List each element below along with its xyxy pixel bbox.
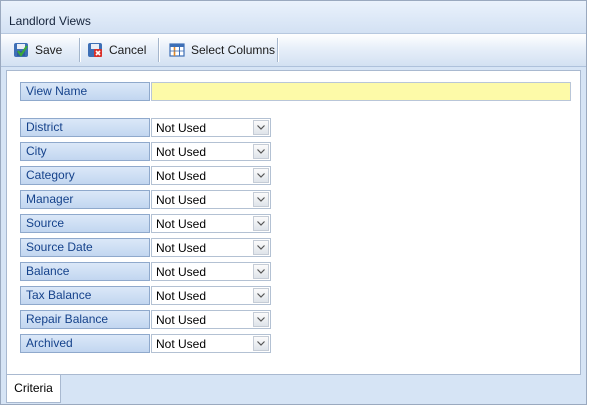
manager-value: Not Used — [156, 193, 207, 207]
chevron-down-icon[interactable] — [253, 288, 269, 303]
columns-icon — [169, 43, 185, 57]
chevron-down-icon[interactable] — [253, 216, 269, 231]
tax-balance-select[interactable]: Not Used — [151, 286, 271, 305]
source-date-value: Not Used — [156, 241, 207, 255]
select-columns-button[interactable]: Select Columns — [169, 38, 275, 62]
city-select[interactable]: Not Used — [151, 142, 271, 161]
balance-value: Not Used — [156, 265, 207, 279]
source-date-label: Source Date — [20, 238, 150, 257]
manager-select[interactable]: Not Used — [151, 190, 271, 209]
view-name-label: View Name — [20, 82, 150, 101]
cancel-button[interactable]: Cancel — [87, 38, 146, 62]
city-label: City — [20, 142, 150, 161]
category-value: Not Used — [156, 169, 207, 183]
chevron-down-icon[interactable] — [253, 168, 269, 183]
tax-balance-value: Not Used — [156, 289, 207, 303]
district-select[interactable]: Not Used — [151, 118, 271, 137]
archived-select[interactable]: Not Used — [151, 334, 271, 353]
criteria-panel: View Name District Not Used City Not Use… — [6, 70, 581, 375]
toolbar-separator — [158, 38, 159, 62]
select-columns-label: Select Columns — [191, 43, 276, 57]
chevron-down-icon[interactable] — [253, 192, 269, 207]
view-name-input[interactable] — [151, 82, 571, 101]
tax-balance-label: Tax Balance — [20, 286, 150, 305]
chevron-down-icon[interactable] — [253, 312, 269, 327]
save-label: Save — [35, 43, 63, 57]
repair-balance-label: Repair Balance — [20, 310, 150, 329]
cancel-label: Cancel — [109, 43, 147, 57]
source-label: Source — [20, 214, 150, 233]
window-title: Landlord Views — [9, 14, 91, 28]
source-select[interactable]: Not Used — [151, 214, 271, 233]
tab-criteria[interactable]: Criteria — [6, 375, 61, 403]
manager-label: Manager — [20, 190, 150, 209]
chevron-down-icon[interactable] — [253, 144, 269, 159]
title-bar: Landlord Views — [1, 1, 586, 34]
archived-label: Archived — [20, 334, 150, 353]
toolbar-separator — [79, 38, 80, 62]
district-value: Not Used — [156, 121, 207, 135]
repair-balance-value: Not Used — [156, 313, 207, 327]
chevron-down-icon[interactable] — [253, 240, 269, 255]
chevron-down-icon[interactable] — [253, 264, 269, 279]
repair-balance-select[interactable]: Not Used — [151, 310, 271, 329]
save-icon — [14, 43, 28, 57]
balance-label: Balance — [20, 262, 150, 281]
chevron-down-icon[interactable] — [253, 120, 269, 135]
archived-value: Not Used — [156, 337, 207, 351]
source-value: Not Used — [156, 217, 207, 231]
category-select[interactable]: Not Used — [151, 166, 271, 185]
district-label: District — [20, 118, 150, 137]
save-button[interactable]: Save — [13, 38, 62, 62]
landlord-views-window: Landlord Views Save Cancel Select Column… — [0, 0, 587, 405]
balance-select[interactable]: Not Used — [151, 262, 271, 281]
source-date-select[interactable]: Not Used — [151, 238, 271, 257]
tab-strip: Criteria — [6, 375, 581, 404]
toolbar-separator — [277, 38, 278, 62]
cancel-icon — [88, 43, 102, 57]
city-value: Not Used — [156, 145, 207, 159]
chevron-down-icon[interactable] — [253, 336, 269, 351]
category-label: Category — [20, 166, 150, 185]
toolbar: Save Cancel Select Columns — [1, 34, 586, 67]
